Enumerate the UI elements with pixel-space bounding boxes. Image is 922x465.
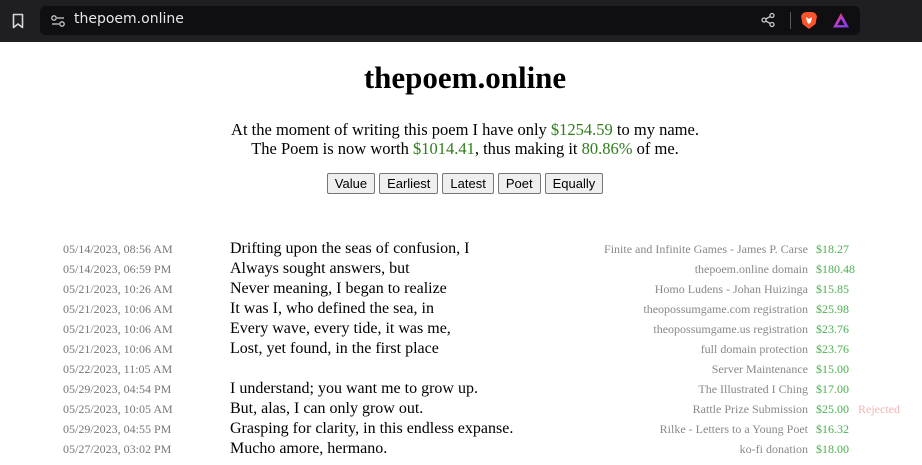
entry-date: 05/29/2023, 04:55 PM <box>63 422 172 436</box>
summary-text: to my name. <box>612 120 699 139</box>
browser-toolbar: thepoem.online <box>0 0 922 42</box>
url-text[interactable]: thepoem.online <box>74 11 184 27</box>
expense-description: Server Maintenance <box>711 362 808 376</box>
poem-line: Drifting upon the seas of confusion, I <box>230 240 470 257</box>
entry-date: 05/14/2023, 08:56 AM <box>63 242 173 256</box>
ledger-row: 05/21/2023, 10:26 AM Never meaning, I beg… <box>0 279 922 299</box>
poem-line: Every wave, every tide, it was me, <box>230 320 451 337</box>
poem-line: Mucho amore, hermano. <box>230 440 388 457</box>
sort-buttons: Value Earliest Latest Poet Equally <box>0 173 922 194</box>
ledger-row: 05/21/2023, 10:06 AM Every wave, every ti… <box>0 319 922 339</box>
expense-amount: $23.76 <box>816 342 849 356</box>
toolbar-divider <box>790 12 791 29</box>
share-icon[interactable] <box>760 12 776 28</box>
entry-date: 05/29/2023, 04:54 PM <box>63 382 172 396</box>
ledger-row: 05/29/2023, 04:54 PM I understand; you wa… <box>0 379 922 399</box>
expense-amount: $15.85 <box>816 282 849 296</box>
summary-line-1: At the moment of writing this poem I hav… <box>0 120 922 139</box>
expense-amount: $17.00 <box>816 382 849 396</box>
ledger-row: 05/25/2023, 10:05 AM But, alas, I can onl… <box>0 399 922 419</box>
ledger-row: 05/14/2023, 08:56 AM Drifting upon the se… <box>0 239 922 259</box>
summary-text: At the moment of writing this poem I hav… <box>231 120 551 139</box>
brave-shields-icon[interactable] <box>800 11 818 30</box>
expense-description: Rilke - Letters to a Young Poet <box>659 422 808 436</box>
sort-poet-button[interactable]: Poet <box>497 173 541 194</box>
expense-description: Finite and Infinite Games - James P. Car… <box>604 242 808 256</box>
expense-amount: $180.48 <box>816 262 855 276</box>
ledger-row: 05/14/2023, 06:59 PM Always sought answer… <box>0 259 922 279</box>
bookmark-icon[interactable] <box>10 12 26 30</box>
expense-description: thepoem.online domain <box>694 262 808 276</box>
poem-line: I understand; you want me to grow up. <box>230 380 478 397</box>
wealth-summary: At the moment of writing this poem I hav… <box>0 120 922 158</box>
expense-amount: $25.00 <box>816 402 849 416</box>
expense-description: ko-fi donation <box>739 442 808 456</box>
entry-date: 05/21/2023, 10:06 AM <box>63 342 173 356</box>
expense-amount: $16.32 <box>816 422 849 436</box>
expense-amount: $23.76 <box>816 322 849 336</box>
poem-line: But, alas, I can only grow out. <box>230 400 424 417</box>
expense-description: The Illustrated I Ching <box>698 382 808 396</box>
sort-earliest-button[interactable]: Earliest <box>379 173 439 194</box>
expense-description: theopossumgame.us registration <box>653 322 808 336</box>
expense-description: theopossumgame.com registration <box>643 302 808 316</box>
expense-amount: $25.98 <box>816 302 849 316</box>
percent-value: 80.86% <box>581 139 633 158</box>
site-settings-icon[interactable] <box>50 13 66 29</box>
poem-line: Never meaning, I began to realize <box>230 280 447 297</box>
poem-line: It was I, who defined the sea, in <box>230 300 434 317</box>
entry-date: 05/21/2023, 10:06 AM <box>63 322 173 336</box>
poem-ledger: 05/14/2023, 08:56 AM Drifting upon the se… <box>0 239 922 459</box>
summary-text: of me. <box>632 139 679 158</box>
entry-status: Rejected <box>858 402 900 416</box>
entry-date: 05/27/2023, 03:02 PM <box>63 442 172 456</box>
balance-value: $1254.59 <box>550 120 613 139</box>
ledger-row: 05/22/2023, 11:05 AM Server Maintenance $1… <box>0 359 922 379</box>
entry-date: 05/25/2023, 10:05 AM <box>63 402 173 416</box>
expense-amount: $18.00 <box>816 442 849 456</box>
poem-line: Lost, yet found, in the first place <box>230 340 439 357</box>
sort-latest-button[interactable]: Latest <box>442 173 494 194</box>
entry-date: 05/14/2023, 06:59 PM <box>63 262 172 276</box>
expense-description: full domain protection <box>700 342 808 356</box>
entry-date: 05/22/2023, 11:05 AM <box>63 362 173 376</box>
poem-line: Grasping for clarity, in this endless ex… <box>230 420 514 437</box>
ledger-row: 05/27/2023, 03:02 PM Mucho amore, hermano… <box>0 439 922 459</box>
entry-date: 05/21/2023, 10:06 AM <box>63 302 173 316</box>
address-bar[interactable]: thepoem.online <box>40 6 860 35</box>
brave-rewards-icon[interactable] <box>832 12 850 29</box>
expense-amount: $15.00 <box>816 362 849 376</box>
entry-date: 05/21/2023, 10:26 AM <box>63 282 173 296</box>
poem-line: Always sought answers, but <box>230 260 410 277</box>
expense-description: Rattle Prize Submission <box>692 402 808 416</box>
summary-text: The Poem is now worth <box>251 139 413 158</box>
poem-worth-value: $1014.41 <box>412 139 475 158</box>
sort-value-button[interactable]: Value <box>326 173 376 194</box>
sort-equally-button[interactable]: Equally <box>544 173 604 194</box>
ledger-row: 05/21/2023, 10:06 AM It was I, who define… <box>0 299 922 319</box>
page-title: thepoem.online <box>363 60 567 95</box>
ledger-row: 05/21/2023, 10:06 AM Lost, yet found, in … <box>0 339 922 359</box>
summary-line-2: The Poem is now worth $1014.41, thus mak… <box>0 139 922 158</box>
summary-text: , thus making it <box>474 139 582 158</box>
ledger-row: 05/29/2023, 04:55 PM Grasping for clarity… <box>0 419 922 439</box>
expense-amount: $18.27 <box>816 242 849 256</box>
expense-description: Homo Ludens - Johan Huizinga <box>654 282 808 296</box>
